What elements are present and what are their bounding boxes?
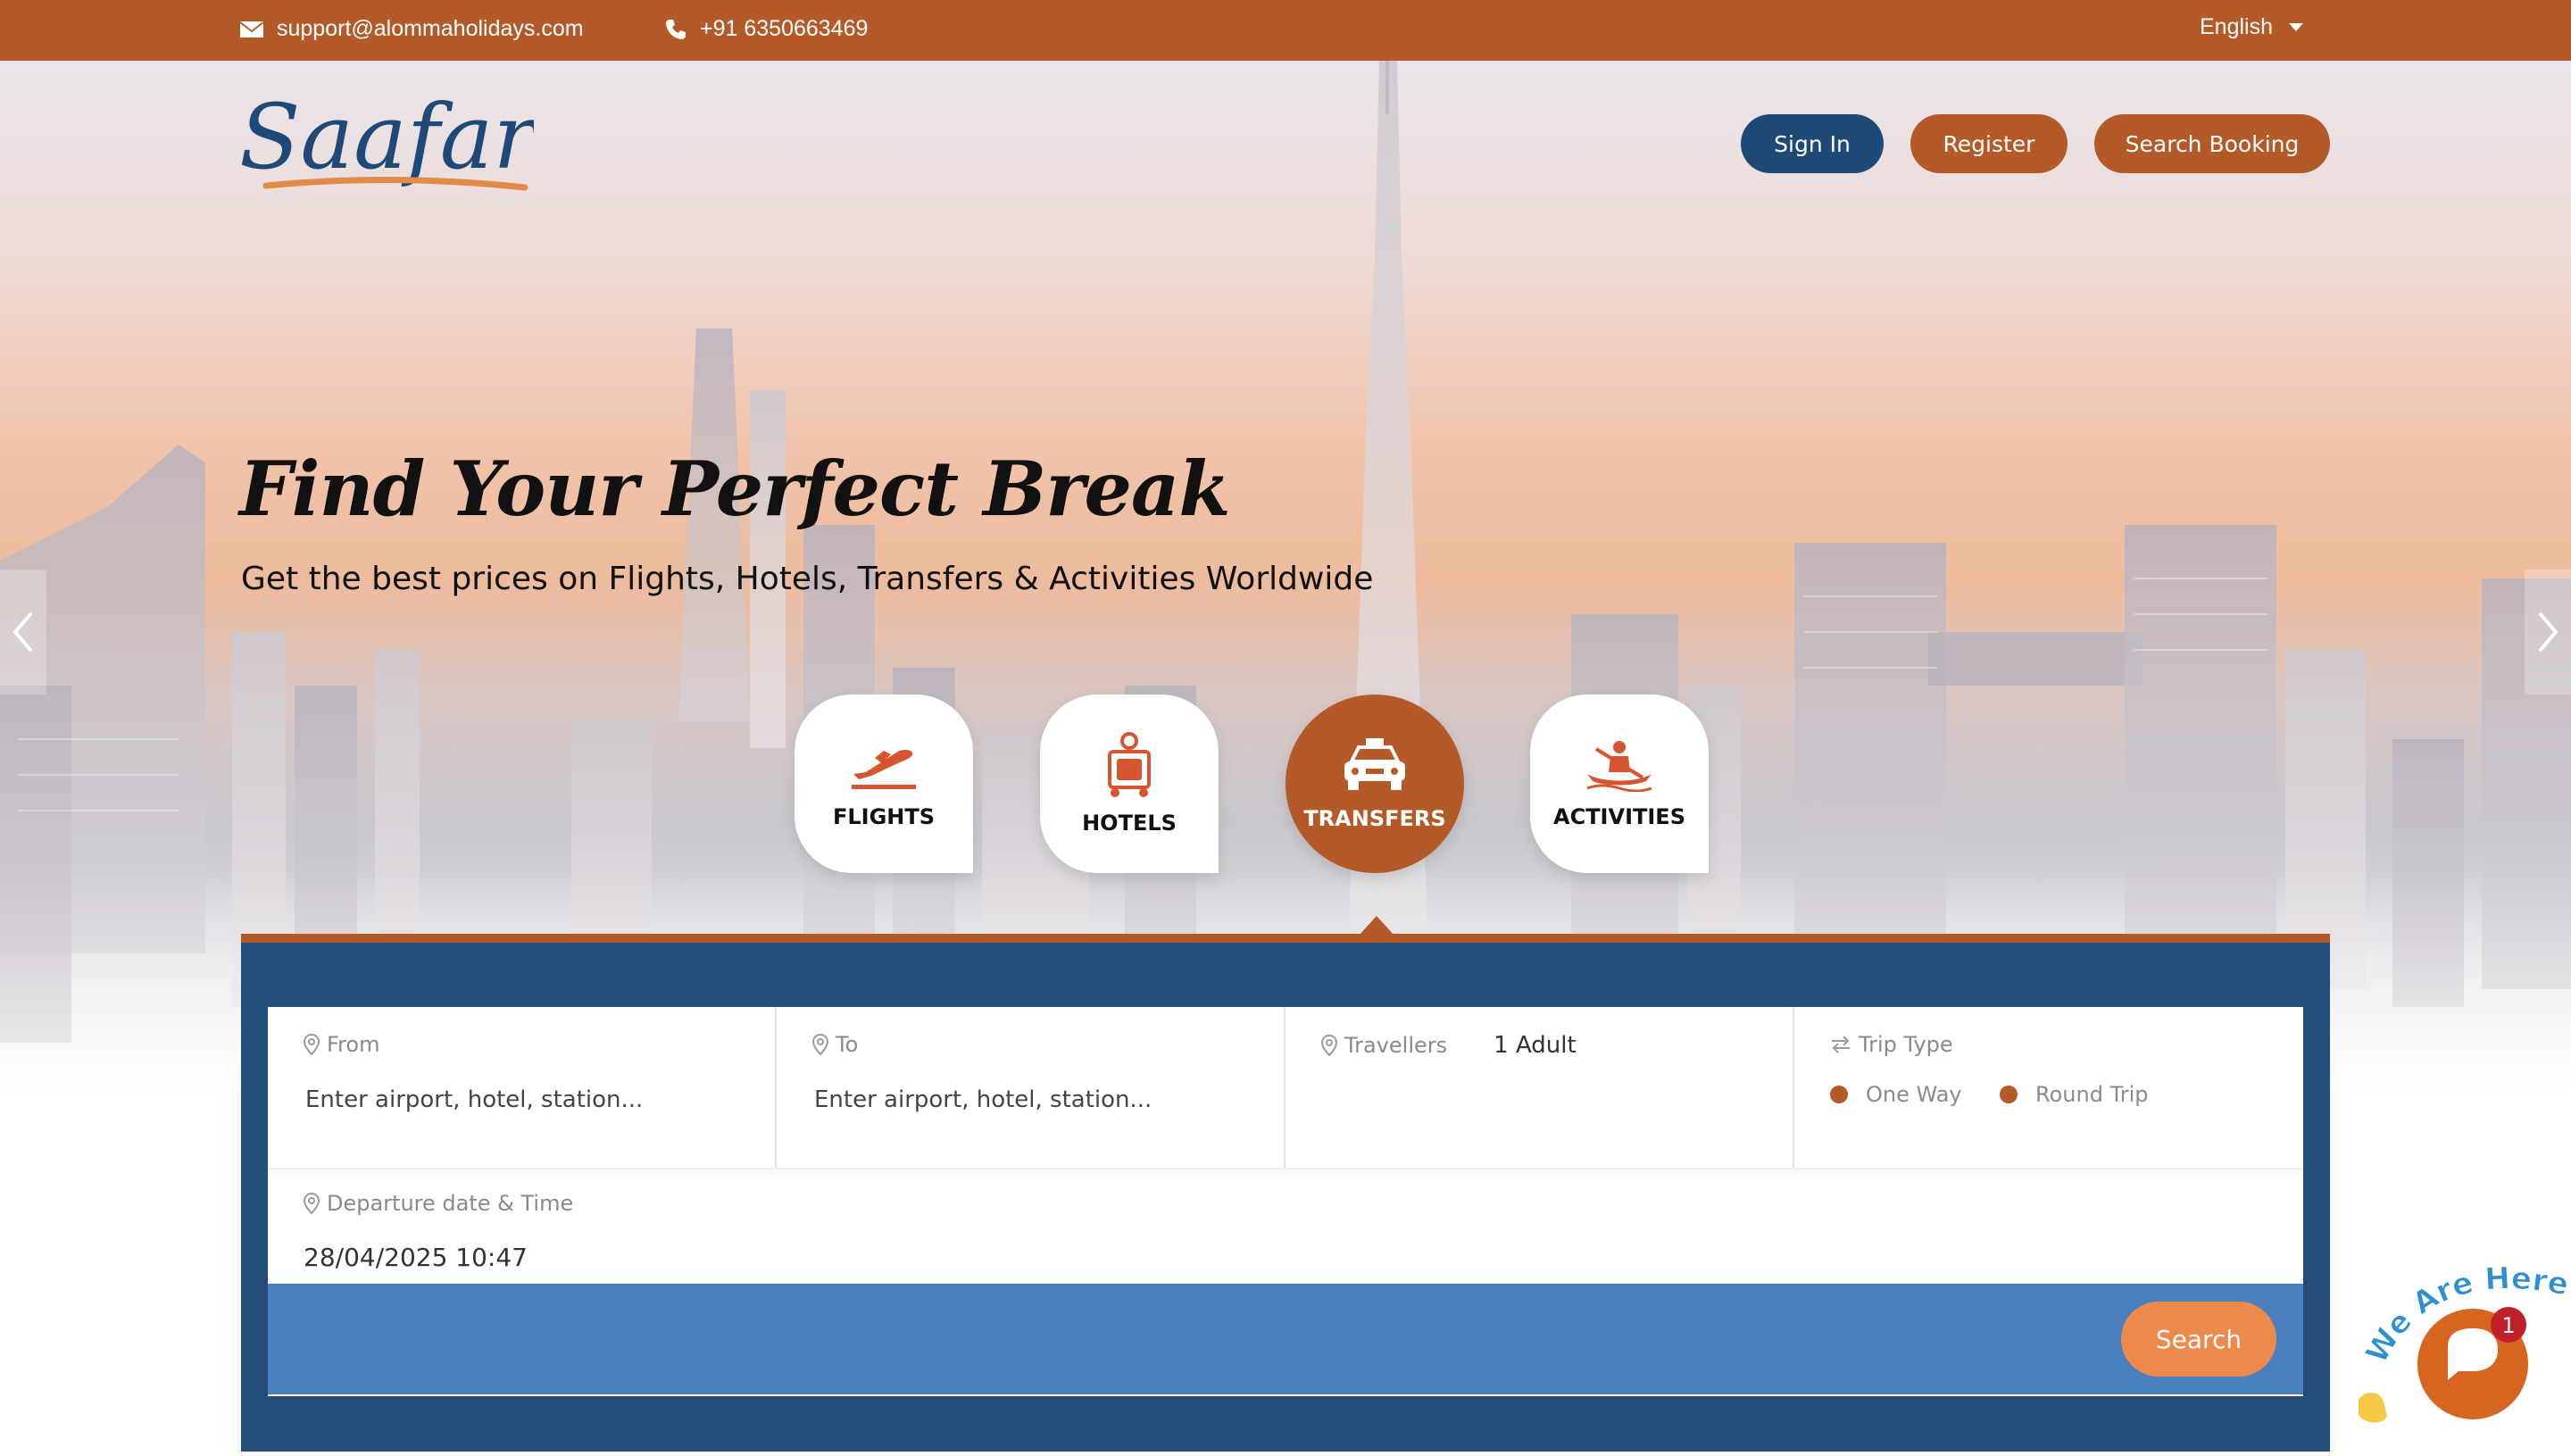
logo-text: Saafar bbox=[239, 86, 534, 189]
tab-hotels-label: HOTELS bbox=[1082, 811, 1177, 836]
chevron-left-icon bbox=[12, 612, 33, 653]
hero-subline: Get the best prices on Flights, Hotels, … bbox=[241, 561, 1374, 597]
phone-text: +91 6350663469 bbox=[700, 16, 869, 41]
travellers-label: Travellers bbox=[1344, 1033, 1448, 1058]
sign-in-button[interactable]: Sign In bbox=[1741, 114, 1884, 173]
departure-label: Departure date & Time bbox=[327, 1191, 574, 1216]
plane-icon bbox=[852, 750, 916, 789]
phone-contact[interactable]: +91 6350663469 bbox=[664, 16, 868, 42]
from-input[interactable] bbox=[304, 1086, 736, 1114]
location-pin-icon bbox=[304, 1193, 320, 1214]
wave-hand-icon bbox=[2359, 1392, 2387, 1423]
phone-icon bbox=[666, 19, 686, 39]
from-label: From bbox=[327, 1032, 380, 1057]
language-selector[interactable]: English bbox=[2200, 14, 2303, 40]
carousel-next-button[interactable] bbox=[2525, 570, 2571, 695]
tab-transfers[interactable]: TRANSFERS bbox=[1286, 695, 1464, 873]
tab-activities[interactable]: ACTIVITIES bbox=[1530, 695, 1709, 873]
travellers-value[interactable]: 1 Adult bbox=[1494, 1032, 1577, 1059]
top-bar: support@alommaholidays.com +91 635066346… bbox=[0, 0, 2571, 61]
location-pin-icon bbox=[1321, 1035, 1337, 1056]
language-label: English bbox=[2200, 14, 2273, 39]
caret-down-icon bbox=[2289, 22, 2303, 31]
luggage-icon bbox=[1108, 732, 1151, 797]
tab-flights-label: FLIGHTS bbox=[832, 804, 936, 829]
travellers-field[interactable]: Travellers 1 Adult bbox=[1286, 1007, 1794, 1168]
active-tab-pointer bbox=[1359, 916, 1394, 936]
taxi-icon bbox=[1344, 738, 1405, 790]
carousel-prev-button[interactable] bbox=[0, 570, 46, 695]
trip-type-field: Trip Type One Way Round Trip bbox=[1794, 1007, 2303, 1168]
email-text: support@alommaholidays.com bbox=[277, 16, 584, 41]
tab-flights[interactable]: FLIGHTS bbox=[795, 695, 973, 873]
one-way-label: One Way bbox=[1866, 1082, 1962, 1107]
kayak-icon bbox=[1586, 741, 1652, 792]
search-bar bbox=[268, 1284, 2303, 1394]
round-trip-label: Round Trip bbox=[2035, 1082, 2149, 1107]
svg-text:1: 1 bbox=[2501, 1313, 2515, 1338]
to-label: To bbox=[836, 1032, 859, 1057]
radio-dot bbox=[1830, 1086, 1848, 1103]
from-field[interactable]: From bbox=[268, 1007, 777, 1168]
tab-activities-label: ACTIVITIES bbox=[1553, 804, 1685, 829]
search-booking-button[interactable]: Search Booking bbox=[2094, 114, 2330, 173]
location-pin-icon bbox=[304, 1034, 320, 1055]
chevron-right-icon bbox=[2538, 612, 2559, 653]
radio-dot bbox=[2000, 1086, 2018, 1103]
trip-type-label: Trip Type bbox=[1859, 1032, 1953, 1057]
hero-headline: Find Your Perfect Break bbox=[239, 445, 1231, 533]
departure-field[interactable]: Departure date & Time 28/04/2025 10:47 bbox=[268, 1168, 2303, 1284]
saafar-logo[interactable]: Saafar bbox=[239, 85, 540, 201]
envelope-icon bbox=[239, 21, 264, 37]
swap-arrows-icon bbox=[1832, 1036, 1850, 1053]
round-trip-radio[interactable]: Round Trip bbox=[2000, 1082, 2148, 1107]
departure-value[interactable]: 28/04/2025 10:47 bbox=[304, 1243, 528, 1272]
to-field[interactable]: To bbox=[777, 1007, 1286, 1168]
tab-hotels[interactable]: HOTELS bbox=[1040, 695, 1219, 873]
to-input[interactable] bbox=[812, 1086, 1244, 1114]
one-way-radio[interactable]: One Way bbox=[1830, 1082, 1962, 1107]
register-button[interactable]: Register bbox=[1910, 114, 2068, 173]
email-contact[interactable]: support@alommaholidays.com bbox=[239, 16, 584, 42]
chat-widget[interactable]: We Are Here! 1 bbox=[2341, 1213, 2571, 1452]
location-pin-icon bbox=[812, 1034, 828, 1055]
tab-transfers-label: TRANSFERS bbox=[1303, 806, 1446, 831]
search-button[interactable]: Search bbox=[2121, 1302, 2276, 1377]
